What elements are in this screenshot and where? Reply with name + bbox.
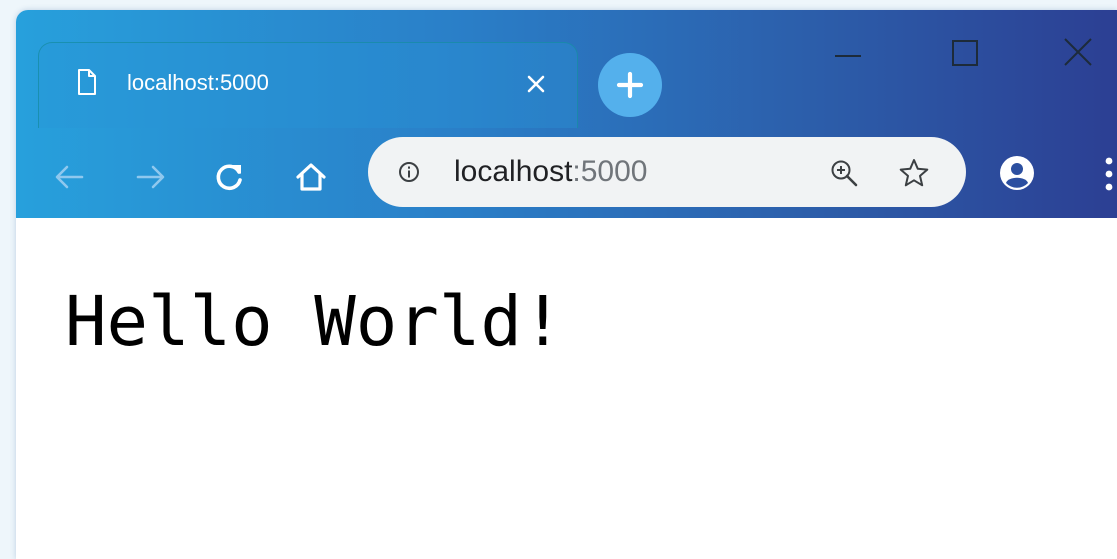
close-window-icon[interactable]: [1059, 35, 1099, 75]
reload-button[interactable]: [212, 160, 246, 194]
page-icon: [78, 69, 96, 95]
forward-button[interactable]: [134, 160, 168, 194]
account-icon[interactable]: [999, 155, 1035, 191]
new-tab-button[interactable]: [598, 53, 662, 117]
reload-icon: [216, 164, 242, 190]
home-icon: [296, 163, 326, 191]
plus-icon: [616, 71, 644, 99]
address-bar[interactable]: localhost:5000: [368, 137, 966, 207]
home-button[interactable]: [294, 160, 328, 194]
page-content: Hello World!: [16, 218, 1117, 559]
maximize-icon[interactable]: [945, 35, 985, 75]
info-icon[interactable]: [398, 161, 420, 183]
arrow-left-icon: [55, 165, 84, 189]
back-button[interactable]: [52, 160, 86, 194]
url-text[interactable]: localhost:5000: [454, 155, 647, 189]
more-vert-icon[interactable]: [1101, 155, 1117, 193]
url-port: :5000: [572, 155, 648, 188]
close-icon[interactable]: [525, 73, 547, 95]
page-heading: Hello World!: [65, 282, 564, 362]
minimize-icon[interactable]: [828, 35, 868, 75]
star-icon[interactable]: [898, 157, 930, 189]
arrow-right-icon: [136, 165, 165, 189]
url-host: localhost: [454, 155, 573, 188]
tab-title: localhost:5000: [127, 70, 269, 95]
browser-tab[interactable]: localhost:5000: [38, 42, 578, 128]
browser-window: localhost:5000 localhost:5000 Hello Worl…: [16, 10, 1117, 559]
zoom-in-icon[interactable]: [830, 159, 858, 187]
